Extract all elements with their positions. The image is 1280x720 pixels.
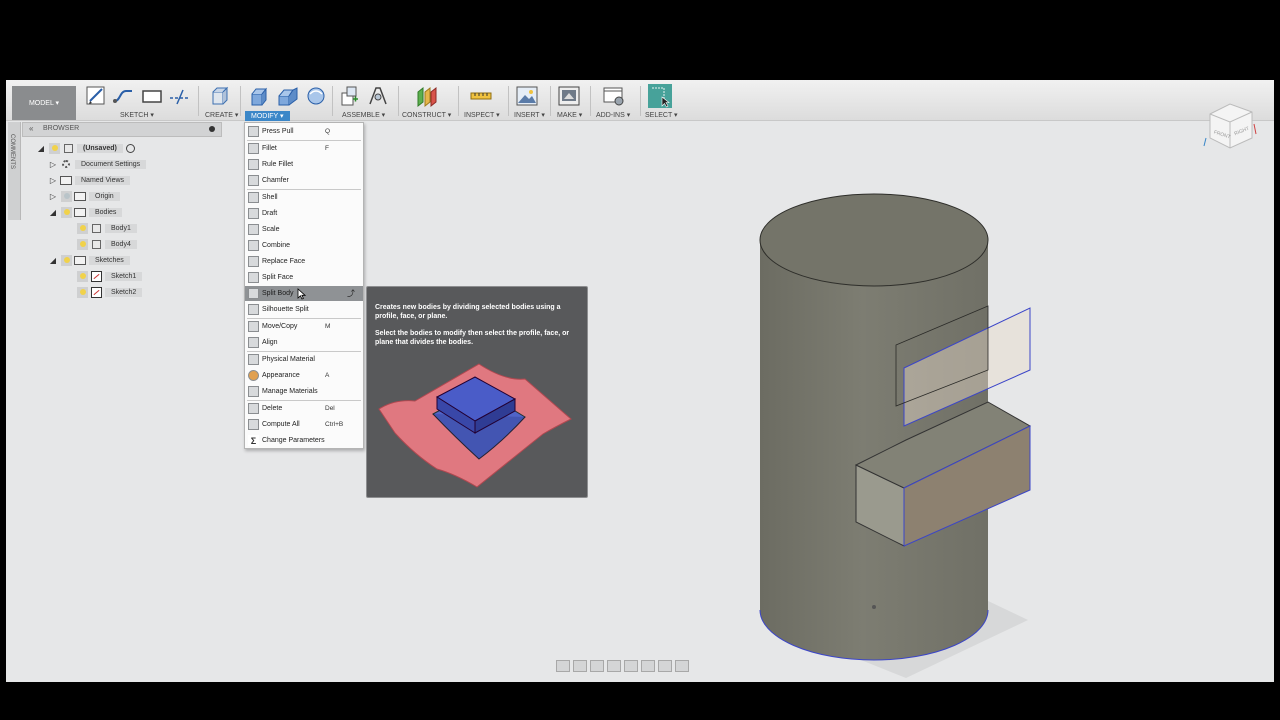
fit-icon[interactable] — [624, 660, 638, 672]
cylinder-top-face[interactable] — [759, 193, 989, 287]
display-settings-icon[interactable] — [641, 660, 655, 672]
look-at-icon[interactable] — [573, 660, 587, 672]
fusion-app-window: MODEL ▾ SKETCH ▾ CREATE ▾ MODIFY ▾ ASSEM… — [6, 80, 1274, 682]
orbit-icon[interactable] — [556, 660, 570, 672]
viewcube[interactable]: FRONT RIGHT — [1202, 94, 1258, 150]
zoom-icon[interactable] — [607, 660, 621, 672]
3d-viewport[interactable] — [6, 80, 1274, 682]
viewports-icon[interactable] — [675, 660, 689, 672]
pan-icon[interactable] — [590, 660, 604, 672]
origin-point — [872, 605, 876, 609]
grid-settings-icon[interactable] — [658, 660, 672, 672]
navigation-bar — [556, 660, 689, 674]
